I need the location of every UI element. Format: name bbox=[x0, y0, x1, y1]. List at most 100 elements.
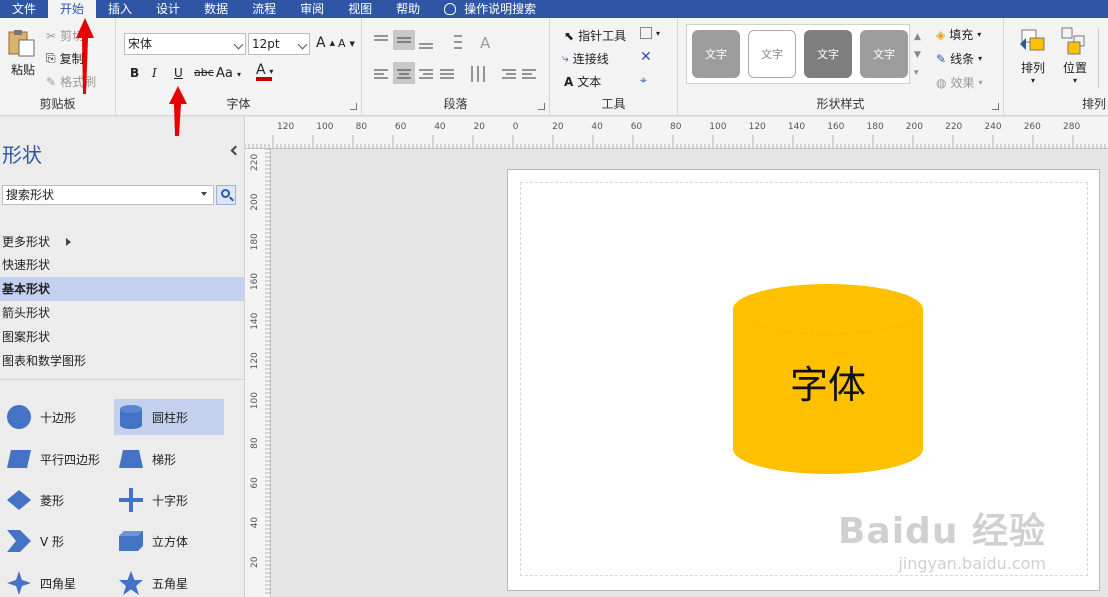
menu-design[interactable]: 设计 bbox=[144, 0, 192, 18]
close-icon[interactable]: ✕ bbox=[640, 49, 652, 65]
menu-home[interactable]: 开始 bbox=[48, 0, 97, 18]
style-tile-1[interactable]: 文字 bbox=[692, 30, 740, 78]
stencil-star4[interactable]: 四角星 bbox=[2, 565, 112, 597]
overflow-icons[interactable] bbox=[1098, 28, 1108, 88]
paste-button[interactable]: 粘贴 bbox=[6, 28, 40, 88]
stencil-chevron[interactable]: V 形 bbox=[2, 523, 112, 559]
annotation-arrow-up-icon bbox=[169, 86, 187, 136]
search-icon-handle bbox=[229, 196, 234, 202]
stencil-parallelogram[interactable]: 平行四边形 bbox=[2, 441, 112, 477]
stencil-label: 梯形 bbox=[152, 452, 177, 467]
connection-point-icon[interactable]: ⌖ bbox=[640, 73, 647, 88]
style-tile-2[interactable]: 文字 bbox=[748, 30, 796, 78]
effect-button[interactable]: ◍ 效果 ▾ bbox=[936, 74, 983, 91]
drawing-canvas[interactable]: 字体 Baidu 经验 jingyan.baidu.com bbox=[271, 149, 1108, 597]
style-tile-label: 文字 bbox=[705, 48, 727, 61]
search-button[interactable] bbox=[216, 185, 236, 205]
font-name-combo[interactable]: 宋体 bbox=[124, 33, 246, 55]
stencil-trapezoid[interactable]: 梯形 bbox=[114, 441, 224, 477]
shapes-panel: 形状 搜索形状 更多形状 快速形状 基本形状 箭头形状 图案形状 图表和数学图形… bbox=[0, 117, 245, 597]
stencil-label: 四角星 bbox=[40, 576, 77, 591]
category-more-shapes[interactable]: 更多形状 bbox=[0, 230, 244, 254]
position-button[interactable]: 位置 ▾ bbox=[1058, 26, 1092, 85]
effect-label: 效果 bbox=[950, 76, 975, 90]
shape-styles-dialog-launcher[interactable] bbox=[992, 103, 999, 110]
style-tile-4[interactable]: 文字 bbox=[860, 30, 908, 78]
watermark: Baidu 经验 jingyan.baidu.com bbox=[838, 502, 1046, 573]
tell-me-search[interactable]: 操作说明搜索 bbox=[432, 0, 548, 18]
line-button[interactable]: ✎ 线条 ▾ bbox=[936, 50, 982, 67]
menu-process[interactable]: 流程 bbox=[240, 0, 288, 18]
arrange-group: 排列 ▾ 位置 ▾ 排列 bbox=[1004, 18, 1108, 116]
text-tool-button[interactable]: A 文本 bbox=[564, 73, 601, 90]
menu-data[interactable]: 数据 bbox=[192, 0, 240, 18]
ruler-tick-label: 160 bbox=[250, 273, 260, 290]
copy-icon: ⎘ bbox=[46, 51, 56, 65]
stencil-cylinder[interactable]: 圆柱形 bbox=[114, 399, 224, 435]
font-color-button[interactable]: A ▾ bbox=[256, 62, 273, 81]
pointer-tool-label: 指针工具 bbox=[578, 29, 627, 43]
search-placeholder: 搜索形状 bbox=[6, 188, 55, 202]
tools-group: ⬉ 指针工具 ⤷ 连接线 A 文本 ▾ ✕ ⌖ 工具 bbox=[550, 18, 678, 116]
shape-search-input[interactable]: 搜索形状 bbox=[2, 185, 214, 205]
pen-icon: ✎ bbox=[936, 51, 947, 66]
style-tile-3[interactable]: 文字 bbox=[804, 30, 852, 78]
stencil-cross[interactable]: 十字形 bbox=[114, 482, 224, 518]
ruler-tick-label: 120 bbox=[749, 122, 766, 132]
menu-help[interactable]: 帮助 bbox=[384, 0, 432, 18]
pointer-tool-button[interactable]: ⬉ 指针工具 bbox=[564, 27, 626, 44]
stencil-label: 立方体 bbox=[152, 534, 189, 549]
shrink-font-button[interactable]: A ▼ bbox=[338, 37, 355, 50]
ruler-tick-label: 120 bbox=[277, 122, 294, 132]
category-arrow-shapes[interactable]: 箭头形状 bbox=[0, 301, 244, 325]
panel-divider bbox=[0, 379, 244, 380]
ruler-tick-label: 60 bbox=[250, 477, 260, 489]
gallery-scroll[interactable]: ▲ ▼ ▾ bbox=[914, 28, 921, 82]
rectangle-tool-button[interactable]: ▾ bbox=[640, 27, 660, 39]
ruler-tick-label: 180 bbox=[250, 233, 260, 250]
fill-button[interactable]: ◈ 填充 ▾ bbox=[936, 26, 981, 43]
chevron-icon bbox=[7, 530, 31, 552]
italic-button[interactable]: I bbox=[152, 66, 157, 80]
category-pattern-shapes[interactable]: 图案形状 bbox=[0, 325, 244, 349]
connector-button[interactable]: ⤷ 连接线 bbox=[562, 50, 609, 67]
shape-text: 字体 bbox=[789, 363, 866, 407]
stencil-diamond[interactable]: 菱形 bbox=[2, 482, 112, 518]
menu-insert[interactable]: 插入 bbox=[96, 0, 144, 18]
change-case-button[interactable]: Aa ▾ bbox=[216, 66, 241, 81]
menu-review[interactable]: 审阅 bbox=[288, 0, 336, 18]
font-dialog-launcher[interactable] bbox=[350, 103, 357, 110]
paste-icon bbox=[8, 30, 35, 57]
bold-button[interactable]: B bbox=[130, 66, 139, 80]
paragraph-dialog-launcher[interactable] bbox=[538, 103, 545, 110]
ruler-tick-label: 140 bbox=[250, 312, 260, 329]
cylinder-shape[interactable]: 字体 bbox=[732, 284, 924, 474]
stencil-label: 五角星 bbox=[152, 576, 189, 591]
menu-file[interactable]: 文件 bbox=[0, 0, 48, 18]
category-chart-shapes[interactable]: 图表和数学图形 bbox=[0, 349, 244, 373]
underline-button[interactable]: U bbox=[174, 66, 183, 80]
ruler-tick-label: 100 bbox=[250, 392, 260, 409]
vertical-ruler: 220200180160140120100806040200 bbox=[245, 148, 271, 597]
paste-label: 粘贴 bbox=[10, 63, 35, 77]
ruler-tick-label: 220 bbox=[250, 154, 260, 171]
arrange-button[interactable]: 排列 ▾ bbox=[1016, 26, 1050, 85]
collapse-panel-icon[interactable] bbox=[230, 145, 241, 156]
font-size-combo[interactable]: 12pt bbox=[248, 33, 310, 55]
grow-font-button[interactable]: A ▲ bbox=[316, 35, 335, 51]
ruler-tick-label: 40 bbox=[250, 517, 260, 529]
stencil-star5[interactable]: 五角星 bbox=[114, 565, 224, 597]
stencil-cube[interactable]: 立方体 bbox=[114, 523, 224, 559]
shape-styles-group: 文字 文字 文字 文字 ▲ ▼ ▾ ◈ 填充 ▾ ✎ 线条 ▾ ◍ 效果 ▾ 形状样式 bbox=[678, 18, 1004, 116]
horizontal-ruler-scale: 120 100 80 60 40 20 0 20 40 60 80 100 120 140 160 180 20… bbox=[244, 122, 1106, 149]
stencil-decagon[interactable]: 十边形 bbox=[2, 399, 112, 435]
panel-title: 形状 bbox=[2, 143, 42, 167]
shape-styles-group-label: 形状样式 bbox=[816, 97, 865, 111]
dropdown-caret-icon bbox=[201, 192, 207, 196]
ruler-tick-label: 100 bbox=[709, 122, 726, 132]
strikethrough-button[interactable]: abc bbox=[194, 66, 214, 79]
ruler-tick-label: 60 bbox=[395, 122, 407, 132]
category-basic-shapes[interactable]: 基本形状 bbox=[0, 277, 244, 301]
menu-view[interactable]: 视图 bbox=[336, 0, 384, 18]
category-quick-shapes[interactable]: 快速形状 bbox=[0, 253, 244, 277]
